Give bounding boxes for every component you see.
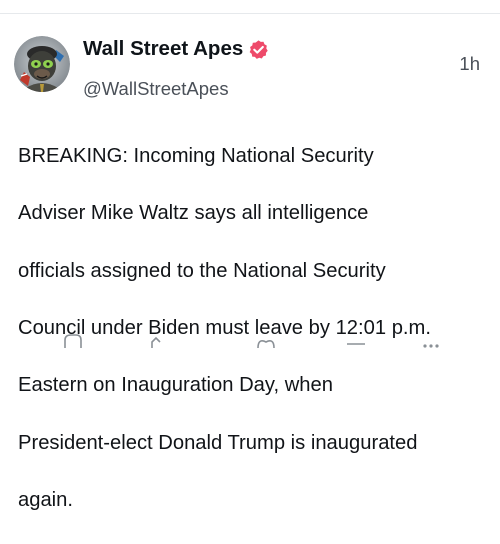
post-body-line: Eastern on Inauguration Day, when <box>18 374 333 397</box>
more-options-icon[interactable] <box>420 332 442 348</box>
author-name-row: Wall Street Apes <box>83 35 269 63</box>
post-card[interactable]: Wall Street Apes @WallStreetApes 1h BREA… <box>0 14 500 511</box>
author-handle[interactable]: @WallStreetApes <box>83 78 229 100</box>
post-body-line: President-elect Donald Trump is inaugura… <box>18 431 418 454</box>
verified-badge-icon <box>248 39 269 60</box>
post-body-line: officials assigned to the National Secur… <box>18 259 386 282</box>
ape-avatar-icon <box>14 36 70 92</box>
post-body-line: Adviser Mike Waltz says all intelligence <box>18 202 369 225</box>
post-action-bar <box>0 332 500 348</box>
author-avatar[interactable] <box>14 36 70 92</box>
share-icon[interactable] <box>345 332 367 348</box>
reply-icon[interactable] <box>62 332 84 348</box>
author-display-name[interactable]: Wall Street Apes <box>83 37 243 61</box>
repost-icon[interactable] <box>150 332 172 348</box>
post-body-line: BREAKING: Incoming National Security <box>18 144 374 167</box>
post-timestamp[interactable]: 1h <box>459 53 480 75</box>
post-body-line: again. <box>18 489 74 512</box>
post-body: BREAKING: Incoming National Security Adv… <box>18 113 486 544</box>
like-icon[interactable] <box>255 332 277 348</box>
